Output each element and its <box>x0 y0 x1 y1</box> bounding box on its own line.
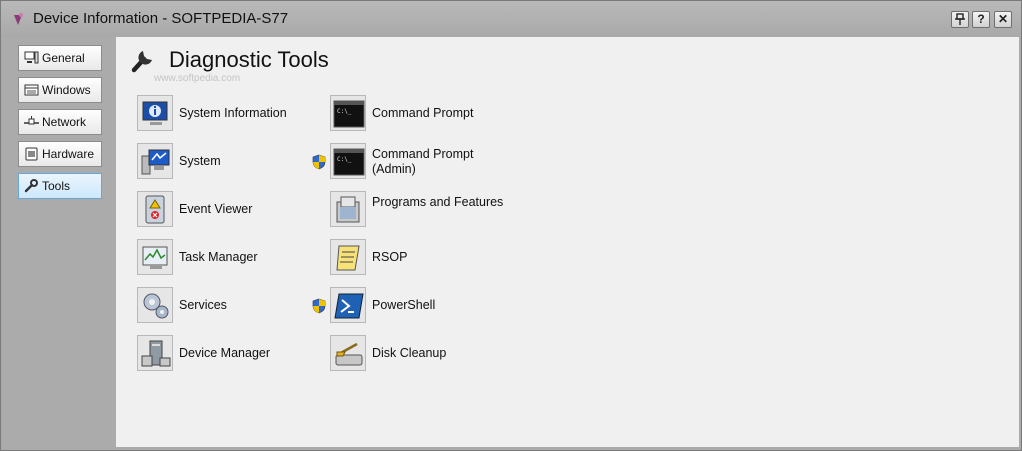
sidebar-item-tools[interactable]: Tools <box>18 173 102 199</box>
tool-disk-cleanup[interactable]: Disk Cleanup <box>330 335 505 373</box>
system-icon <box>141 149 170 175</box>
device-manager-icon <box>141 340 171 367</box>
tool-label: PowerShell <box>372 298 436 312</box>
pin-icon <box>955 13 965 25</box>
tool-icon-box <box>330 239 366 275</box>
watermark: www.softpedia.com <box>154 73 241 84</box>
event-viewer-icon <box>145 195 165 224</box>
tool-label: Command Prompt <box>372 106 474 120</box>
sidebar-item-windows[interactable]: Windows <box>18 77 102 103</box>
tool-icon-box <box>330 335 366 371</box>
close-button[interactable]: ✕ <box>994 11 1012 28</box>
tools-panel: Diagnostic Tools www.softpedia.com Syste… <box>116 37 1019 447</box>
tool-icon-box: C:\_ <box>330 143 366 179</box>
page-title: Diagnostic Tools <box>169 47 329 72</box>
tool-icon-box <box>137 191 173 227</box>
sidebar-item-label: Hardware <box>42 147 95 161</box>
title-bar[interactable]: Device Information - SOFTPEDIA-S77 ? ✕ <box>1 1 1021 37</box>
tool-label: System Information <box>179 106 287 120</box>
svg-text:C:\_: C:\_ <box>337 156 352 163</box>
tool-label: Programs and Features <box>372 195 504 209</box>
sidebar-item-general[interactable]: General <box>18 45 102 71</box>
powershell-icon <box>334 293 364 319</box>
tool-label: Task Manager <box>179 250 258 264</box>
tool-label: Services <box>179 298 227 312</box>
window-icon <box>24 84 39 96</box>
device-information-window: Device Information - SOFTPEDIA-S77 ? ✕ G… <box>0 0 1022 451</box>
sidebar-item-label: General <box>42 51 85 65</box>
tool-icon-box <box>137 95 173 131</box>
pin-button[interactable] <box>951 11 969 28</box>
sidebar: General Windows Network Hardware Tools <box>9 37 115 447</box>
tool-icon-box: C:\_ <box>330 95 366 131</box>
tool-powershell[interactable]: PowerShell <box>312 287 505 325</box>
tool-command-prompt-admin[interactable]: C:\_ Command Prompt (Admin) <box>312 143 505 181</box>
tool-programs-and-features[interactable]: Programs and Features <box>330 191 505 229</box>
tool-command-prompt[interactable]: C:\_ Command Prompt <box>330 95 505 133</box>
wrench-icon <box>131 51 152 73</box>
programs-features-icon <box>336 196 360 223</box>
tool-icon-box <box>137 239 173 275</box>
computer-icon <box>24 51 39 64</box>
tool-event-viewer[interactable]: Event Viewer <box>137 191 312 229</box>
tool-icon-box <box>330 191 366 227</box>
help-button[interactable]: ? <box>972 11 990 28</box>
chip-icon <box>25 147 38 161</box>
tool-rsop[interactable]: RSOP <box>330 239 505 277</box>
tool-label: System <box>179 154 221 168</box>
network-icon <box>24 116 39 125</box>
tool-label: Event Viewer <box>179 202 253 216</box>
services-icon <box>143 293 169 319</box>
sidebar-item-label: Network <box>42 115 87 129</box>
sidebar-item-label: Windows <box>42 83 91 97</box>
wrench-icon <box>24 179 38 193</box>
tool-task-manager[interactable]: Task Manager <box>137 239 312 277</box>
tool-icon-box <box>137 143 173 179</box>
task-manager-icon <box>142 246 168 269</box>
uac-shield-icon <box>312 298 326 314</box>
tool-icon-box <box>330 287 366 323</box>
command-prompt-icon: C:\_ <box>333 100 365 128</box>
tool-icon-box <box>137 287 173 323</box>
window-title: Device Information - SOFTPEDIA-S77 <box>33 10 289 27</box>
sidebar-item-network[interactable]: Network <box>18 109 102 135</box>
command-prompt-icon: C:\_ <box>333 148 365 176</box>
app-icon <box>14 13 23 25</box>
sidebar-item-hardware[interactable]: Hardware <box>18 141 102 167</box>
tool-device-manager[interactable]: Device Manager <box>137 335 312 373</box>
tool-icon-box <box>137 335 173 371</box>
tool-system-information[interactable]: System Information <box>137 95 312 133</box>
tool-services[interactable]: Services <box>137 287 312 325</box>
disk-cleanup-icon <box>335 342 363 366</box>
svg-text:C:\_: C:\_ <box>337 108 352 115</box>
uac-shield-icon <box>312 154 326 170</box>
system-information-icon <box>142 101 168 125</box>
tool-label: Device Manager <box>179 346 271 360</box>
tool-label: Command Prompt (Admin) <box>372 147 474 176</box>
tool-label: Disk Cleanup <box>372 346 447 360</box>
rsop-icon <box>336 245 360 271</box>
tool-label: RSOP <box>372 250 408 264</box>
tool-system[interactable]: System <box>137 143 312 181</box>
sidebar-item-label: Tools <box>42 179 71 193</box>
